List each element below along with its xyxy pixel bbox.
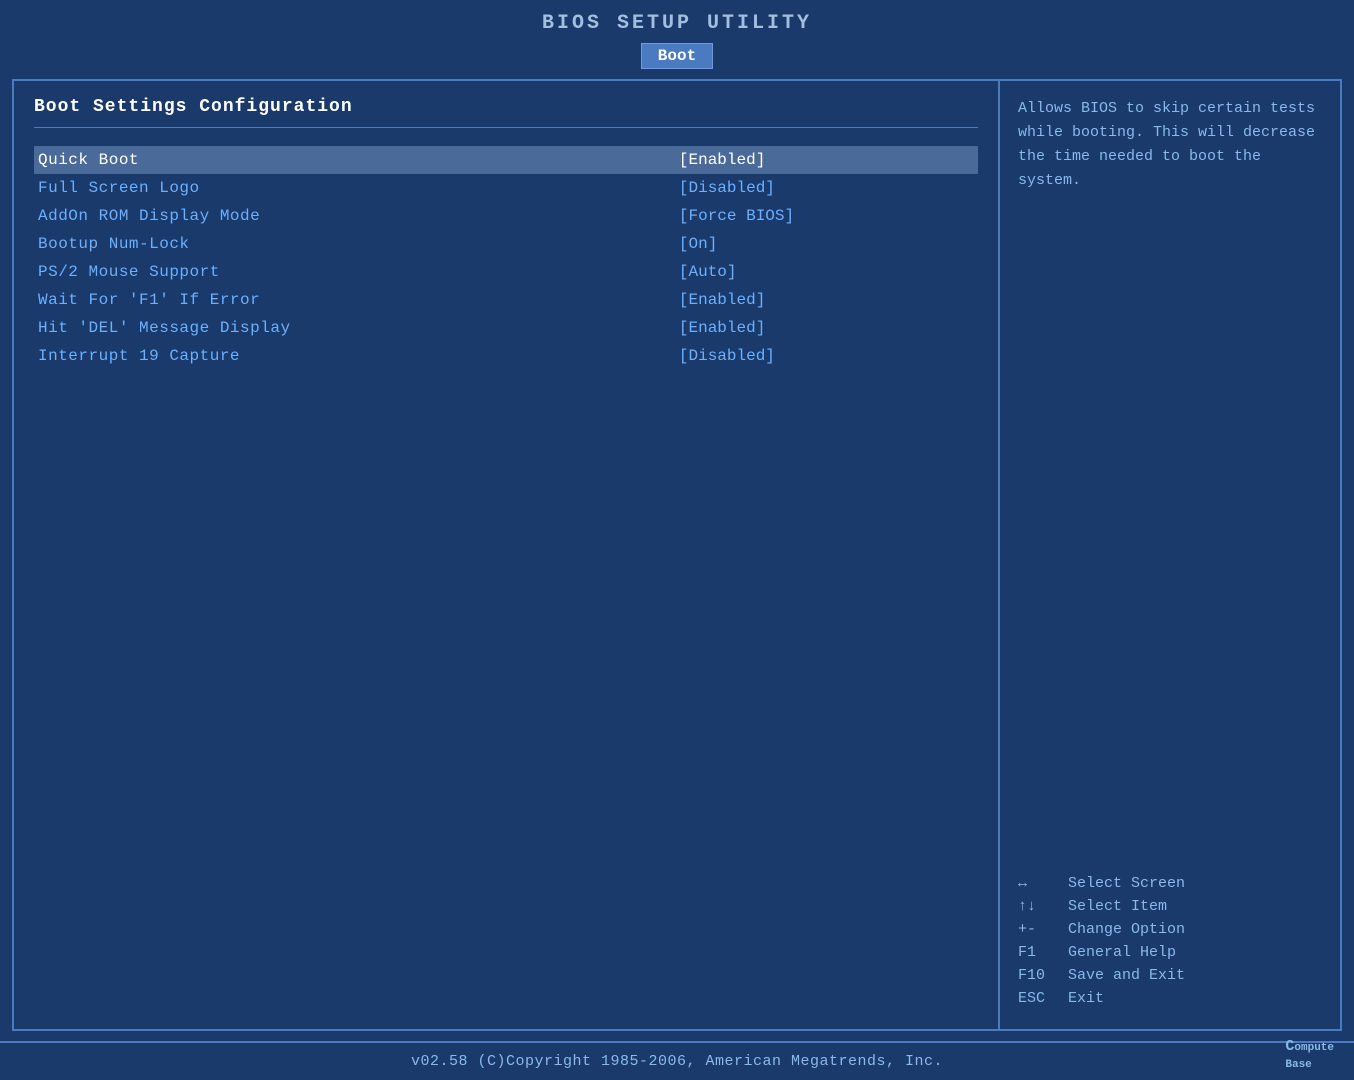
menu-item-label: Interrupt 19 Capture xyxy=(34,342,675,370)
key-description: Change Option xyxy=(1068,921,1185,938)
key-help-row: ESCExit xyxy=(1018,990,1322,1007)
menu-table: Quick Boot[Enabled]Full Screen Logo[Disa… xyxy=(34,146,978,370)
divider xyxy=(34,127,978,128)
key-description: Exit xyxy=(1068,990,1104,1007)
menu-item-value: [Disabled] xyxy=(675,342,978,370)
menu-item-label: Hit 'DEL' Message Display xyxy=(34,314,675,342)
tab-bar: Boot xyxy=(0,43,1354,69)
menu-item-value: [Enabled] xyxy=(675,146,978,174)
brand: ComputeBase xyxy=(1285,1038,1334,1072)
menu-item-label: Quick Boot xyxy=(34,146,675,174)
menu-item-label: Full Screen Logo xyxy=(34,174,675,202)
key-symbol: +- xyxy=(1018,921,1068,938)
main-content: Boot Settings Configuration Quick Boot[E… xyxy=(12,79,1342,1031)
key-symbol: F10 xyxy=(1018,967,1068,984)
tab-boot[interactable]: Boot xyxy=(641,43,713,69)
menu-item-value: [Force BIOS] xyxy=(675,202,978,230)
help-text: Allows BIOS to skip certain tests while … xyxy=(1018,97,1322,193)
section-title: Boot Settings Configuration xyxy=(34,97,978,117)
key-help-row: F1General Help xyxy=(1018,944,1322,961)
header: BIOS SETUP UTILITY Boot xyxy=(0,0,1354,69)
menu-item-value: [Auto] xyxy=(675,258,978,286)
footer: v02.58 (C)Copyright 1985-2006, American … xyxy=(0,1041,1354,1080)
menu-item-value: [Enabled] xyxy=(675,314,978,342)
right-panel: Allows BIOS to skip certain tests while … xyxy=(1000,81,1340,1029)
left-panel: Boot Settings Configuration Quick Boot[E… xyxy=(14,81,1000,1029)
key-symbol: ESC xyxy=(1018,990,1068,1007)
key-help-row: +-Change Option xyxy=(1018,921,1322,938)
menu-row[interactable]: PS/2 Mouse Support[Auto] xyxy=(34,258,978,286)
key-description: General Help xyxy=(1068,944,1176,961)
key-description: Save and Exit xyxy=(1068,967,1185,984)
footer-wrapper: v02.58 (C)Copyright 1985-2006, American … xyxy=(0,1041,1354,1080)
key-help-row: ↑↓Select Item xyxy=(1018,898,1322,915)
menu-row[interactable]: Hit 'DEL' Message Display[Enabled] xyxy=(34,314,978,342)
menu-row[interactable]: Bootup Num-Lock[On] xyxy=(34,230,978,258)
brand-text: ComputeBase xyxy=(1285,1038,1334,1072)
menu-item-label: Wait For 'F1' If Error xyxy=(34,286,675,314)
menu-item-value: [On] xyxy=(675,230,978,258)
key-help-row: F10Save and Exit xyxy=(1018,967,1322,984)
menu-row[interactable]: Interrupt 19 Capture[Disabled] xyxy=(34,342,978,370)
key-symbol: ↑↓ xyxy=(1018,898,1068,915)
menu-row[interactable]: Full Screen Logo[Disabled] xyxy=(34,174,978,202)
key-description: Select Screen xyxy=(1068,875,1185,892)
key-symbol: ↔ xyxy=(1018,875,1068,892)
menu-row[interactable]: Quick Boot[Enabled] xyxy=(34,146,978,174)
menu-row[interactable]: AddOn ROM Display Mode[Force BIOS] xyxy=(34,202,978,230)
bios-screen: BIOS SETUP UTILITY Boot Boot Settings Co… xyxy=(0,0,1354,1080)
key-description: Select Item xyxy=(1068,898,1167,915)
key-symbol: F1 xyxy=(1018,944,1068,961)
menu-item-label: AddOn ROM Display Mode xyxy=(34,202,675,230)
menu-item-label: PS/2 Mouse Support xyxy=(34,258,675,286)
menu-item-value: [Disabled] xyxy=(675,174,978,202)
footer-text: v02.58 (C)Copyright 1985-2006, American … xyxy=(411,1053,943,1070)
menu-item-label: Bootup Num-Lock xyxy=(34,230,675,258)
key-help: ↔Select Screen↑↓Select Item+-Change Opti… xyxy=(1018,875,1322,1013)
key-help-row: ↔Select Screen xyxy=(1018,875,1322,892)
menu-row[interactable]: Wait For 'F1' If Error[Enabled] xyxy=(34,286,978,314)
bios-title: BIOS SETUP UTILITY xyxy=(0,8,1354,39)
menu-item-value: [Enabled] xyxy=(675,286,978,314)
